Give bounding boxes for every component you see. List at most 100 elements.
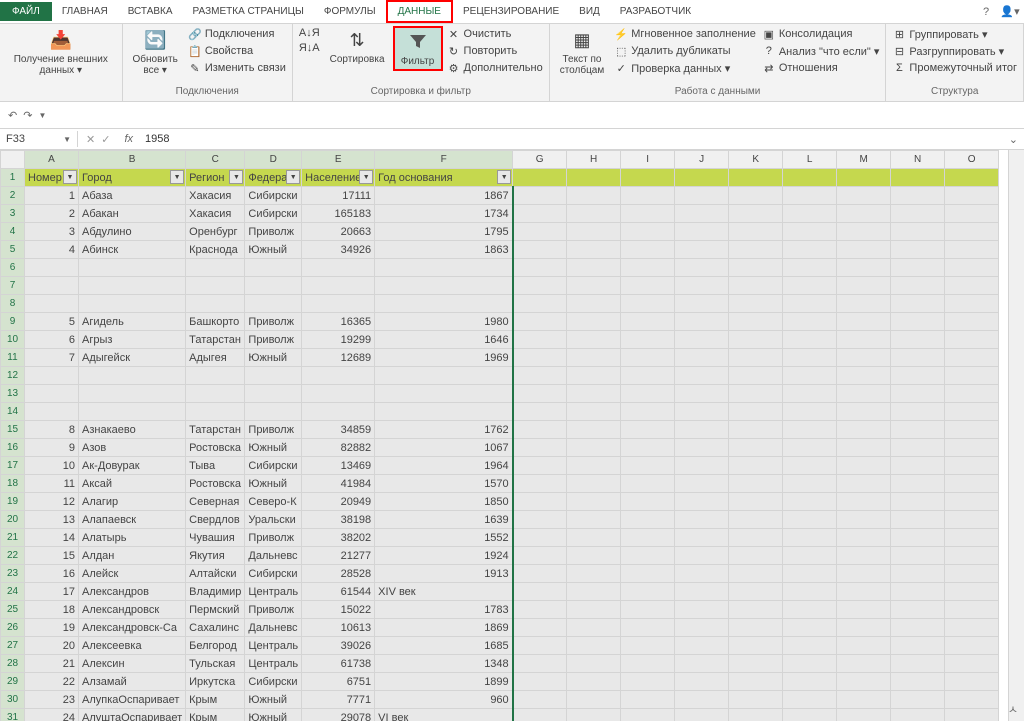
qat-dropdown-icon[interactable]: ▼ <box>38 111 46 120</box>
row-header[interactable]: 21 <box>1 529 25 547</box>
cell[interactable] <box>891 187 945 205</box>
row-header[interactable]: 8 <box>1 295 25 313</box>
cell[interactable] <box>621 403 675 421</box>
cell[interactable]: 29078 <box>302 709 375 721</box>
cell[interactable]: Азнакаево <box>79 421 186 439</box>
cell[interactable] <box>25 385 79 403</box>
cell[interactable] <box>945 241 999 259</box>
filter-header[interactable]: Год основания▼ <box>375 169 513 187</box>
filter-header[interactable]: Номер▼ <box>25 169 79 187</box>
cell[interactable]: 4 <box>25 241 79 259</box>
row-header[interactable]: 24 <box>1 583 25 601</box>
cell[interactable] <box>245 295 302 313</box>
cell[interactable] <box>945 529 999 547</box>
tab-dev[interactable]: РАЗРАБОТЧИК <box>610 2 701 21</box>
cell[interactable] <box>945 403 999 421</box>
tab-file[interactable]: ФАЙЛ <box>0 2 52 21</box>
cell[interactable] <box>945 187 999 205</box>
cell[interactable] <box>675 511 729 529</box>
cell[interactable] <box>729 493 783 511</box>
cell[interactable] <box>513 295 567 313</box>
cell[interactable] <box>675 565 729 583</box>
cell[interactable] <box>621 187 675 205</box>
cell[interactable] <box>837 547 891 565</box>
cell[interactable] <box>513 529 567 547</box>
cell[interactable] <box>783 385 837 403</box>
cell[interactable] <box>513 349 567 367</box>
cell[interactable] <box>837 475 891 493</box>
cell[interactable] <box>729 187 783 205</box>
cell[interactable] <box>891 367 945 385</box>
cell[interactable] <box>675 223 729 241</box>
cell[interactable]: 41984 <box>302 475 375 493</box>
cell[interactable] <box>783 349 837 367</box>
cell[interactable] <box>513 637 567 655</box>
row-header[interactable]: 7 <box>1 277 25 295</box>
cell[interactable]: 61544 <box>302 583 375 601</box>
cell[interactable] <box>79 259 186 277</box>
cell[interactable]: 6 <box>25 331 79 349</box>
fx-icon[interactable]: fx <box>118 133 139 145</box>
cell[interactable] <box>567 241 621 259</box>
cell[interactable]: Хакасия <box>186 205 245 223</box>
row-header[interactable]: 19 <box>1 493 25 511</box>
cell[interactable]: 1639 <box>375 511 513 529</box>
cell[interactable] <box>945 367 999 385</box>
cell[interactable] <box>25 259 79 277</box>
cell[interactable] <box>729 529 783 547</box>
cell[interactable] <box>945 205 999 223</box>
col-header[interactable]: B <box>79 151 186 169</box>
cell[interactable]: Адыгея <box>186 349 245 367</box>
cell[interactable]: АлупкаОспаривает <box>79 691 186 709</box>
cell[interactable] <box>513 241 567 259</box>
cell[interactable]: VI век <box>375 709 513 721</box>
cell[interactable]: 1570 <box>375 475 513 493</box>
cell[interactable] <box>729 565 783 583</box>
row-header[interactable]: 26 <box>1 619 25 637</box>
spreadsheet-grid[interactable]: ABCDEFGHIJKLMNO1Номер▼Город▼Регион▼Федер… <box>0 150 999 721</box>
cell[interactable]: Уральски <box>245 511 302 529</box>
reapply-button[interactable]: ↻Повторить <box>445 43 545 59</box>
cell[interactable] <box>79 385 186 403</box>
cell[interactable]: Южный <box>245 439 302 457</box>
cell[interactable]: Сибирски <box>245 205 302 223</box>
cell[interactable] <box>945 493 999 511</box>
cell[interactable]: 17111 <box>302 187 375 205</box>
cell[interactable] <box>567 367 621 385</box>
cell[interactable]: 13469 <box>302 457 375 475</box>
cell[interactable] <box>186 403 245 421</box>
cell[interactable] <box>567 709 621 721</box>
cell[interactable]: Сахалинс <box>186 619 245 637</box>
cell[interactable] <box>302 259 375 277</box>
cell[interactable]: 22 <box>25 673 79 691</box>
cell[interactable] <box>945 457 999 475</box>
cell[interactable] <box>783 493 837 511</box>
cell[interactable] <box>675 187 729 205</box>
cell[interactable]: Централь <box>245 583 302 601</box>
cell[interactable]: Азов <box>79 439 186 457</box>
cell[interactable]: Абинск <box>79 241 186 259</box>
edit-links-button[interactable]: ✎Изменить связи <box>186 60 288 76</box>
cell[interactable] <box>567 529 621 547</box>
cell[interactable] <box>783 187 837 205</box>
cell[interactable] <box>675 493 729 511</box>
cell[interactable] <box>729 223 783 241</box>
cell[interactable] <box>675 277 729 295</box>
cell[interactable] <box>729 403 783 421</box>
cell[interactable] <box>621 421 675 439</box>
cell[interactable]: 19299 <box>302 331 375 349</box>
cell[interactable]: Белгород <box>186 637 245 655</box>
cell[interactable]: Алтайски <box>186 565 245 583</box>
cell[interactable] <box>783 439 837 457</box>
cell[interactable] <box>729 511 783 529</box>
cell[interactable] <box>675 457 729 475</box>
cell[interactable] <box>186 385 245 403</box>
cell[interactable]: 82882 <box>302 439 375 457</box>
cell[interactable] <box>837 349 891 367</box>
row-header[interactable]: 22 <box>1 547 25 565</box>
cell[interactable]: Алдан <box>79 547 186 565</box>
cell[interactable] <box>302 403 375 421</box>
col-header[interactable]: N <box>891 151 945 169</box>
cell[interactable] <box>567 601 621 619</box>
cell[interactable] <box>567 259 621 277</box>
